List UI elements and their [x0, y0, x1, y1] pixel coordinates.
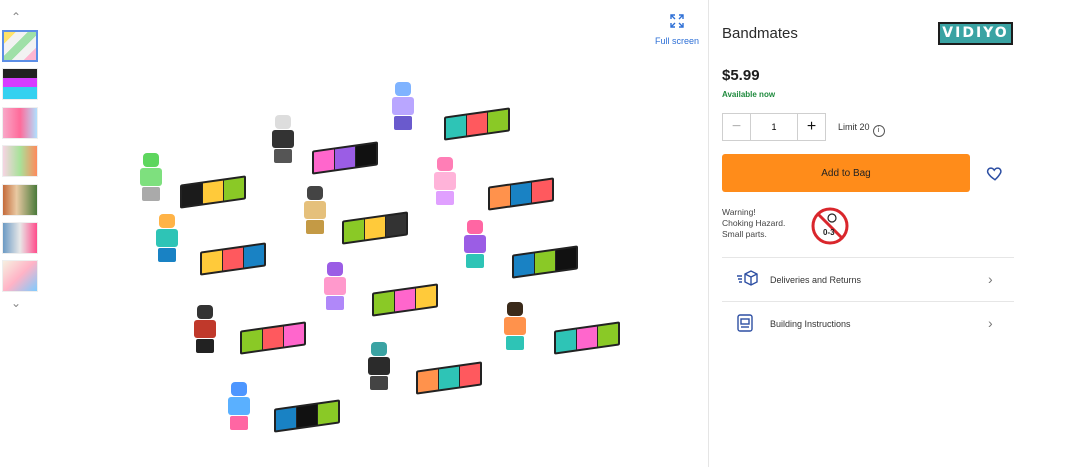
expand-icon	[649, 14, 705, 31]
product-panel: Bandmates VIDIYO $5.99 Available now − +…	[722, 0, 1022, 467]
music-tiles	[554, 321, 620, 355]
thumbnail-7[interactable]	[2, 260, 38, 292]
increase-quantity-button[interactable]: +	[797, 114, 825, 140]
thumbnail-4[interactable]	[2, 145, 38, 177]
product-title: Bandmates	[722, 25, 798, 42]
building-instructions-link[interactable]: Building Instructions ›	[722, 301, 1014, 346]
link-label: Building Instructions	[770, 319, 851, 329]
chevron-right-icon: ›	[988, 315, 993, 331]
music-tiles	[240, 321, 306, 355]
quantity-input[interactable]	[751, 114, 797, 140]
music-tiles	[312, 141, 378, 175]
minifigure	[464, 220, 486, 268]
minifigure	[272, 115, 294, 163]
add-to-bag-button[interactable]: Add to Bag	[722, 154, 970, 192]
availability-status: Available now	[722, 90, 776, 99]
wishlist-heart-icon[interactable]	[986, 164, 1004, 182]
music-tiles	[274, 399, 340, 433]
fullscreen-label: Full screen	[654, 36, 699, 46]
minifigure	[194, 305, 216, 353]
thumbnail-rail: ⌃ ⌄	[0, 0, 46, 467]
instructions-book-icon	[736, 314, 756, 332]
minifigure	[368, 342, 390, 390]
music-tiles	[488, 177, 554, 211]
minifigure	[392, 82, 414, 130]
brand-logo[interactable]: VIDIYO	[938, 22, 1013, 45]
thumbnail-6[interactable]	[2, 222, 38, 254]
music-tiles	[416, 361, 482, 395]
quantity-limit: Limit 20 i	[838, 122, 885, 137]
minifigure	[140, 153, 162, 201]
product-image-stage[interactable]: Full screen	[46, 0, 708, 467]
thumbnail-5[interactable]	[2, 184, 38, 216]
minifigure	[228, 382, 250, 430]
link-label: Deliveries and Returns	[770, 275, 862, 285]
thumbnail-3[interactable]	[2, 107, 38, 139]
panel-divider	[708, 0, 709, 467]
delivery-box-icon	[736, 270, 758, 288]
minifigure	[324, 262, 346, 310]
chevron-down-icon[interactable]: ⌄	[11, 296, 21, 310]
quantity-stepper: − +	[722, 113, 826, 141]
age-hazard-icon: 0-3	[810, 206, 850, 246]
minifigure	[304, 186, 326, 234]
chevron-up-icon[interactable]: ⌃	[11, 10, 21, 24]
chevron-right-icon: ›	[988, 271, 993, 287]
choking-warning: Warning! Choking Hazard. Small parts.	[722, 207, 812, 240]
music-tiles	[512, 245, 578, 279]
fullscreen-button[interactable]: Full screen	[649, 14, 705, 46]
music-tiles	[180, 175, 246, 209]
minifigure	[504, 302, 526, 350]
limit-label: Limit 20	[838, 122, 870, 132]
warning-line: Small parts.	[722, 229, 767, 239]
music-tiles	[200, 242, 266, 276]
info-icon[interactable]: i	[872, 125, 885, 137]
minifigure	[434, 157, 456, 205]
product-price: $5.99	[722, 67, 760, 84]
warning-line: Choking Hazard.	[722, 218, 786, 228]
warning-line: Warning!	[722, 207, 756, 217]
minifigure	[156, 214, 178, 262]
music-tiles	[372, 283, 438, 317]
music-tiles	[444, 107, 510, 141]
music-tiles	[342, 211, 408, 245]
thumbnail-1[interactable]	[2, 30, 38, 62]
decrease-quantity-button[interactable]: −	[723, 114, 751, 140]
deliveries-returns-link[interactable]: Deliveries and Returns ›	[722, 257, 1014, 302]
thumbnail-2[interactable]	[2, 68, 38, 100]
hazard-age-label: 0-3	[823, 228, 835, 237]
